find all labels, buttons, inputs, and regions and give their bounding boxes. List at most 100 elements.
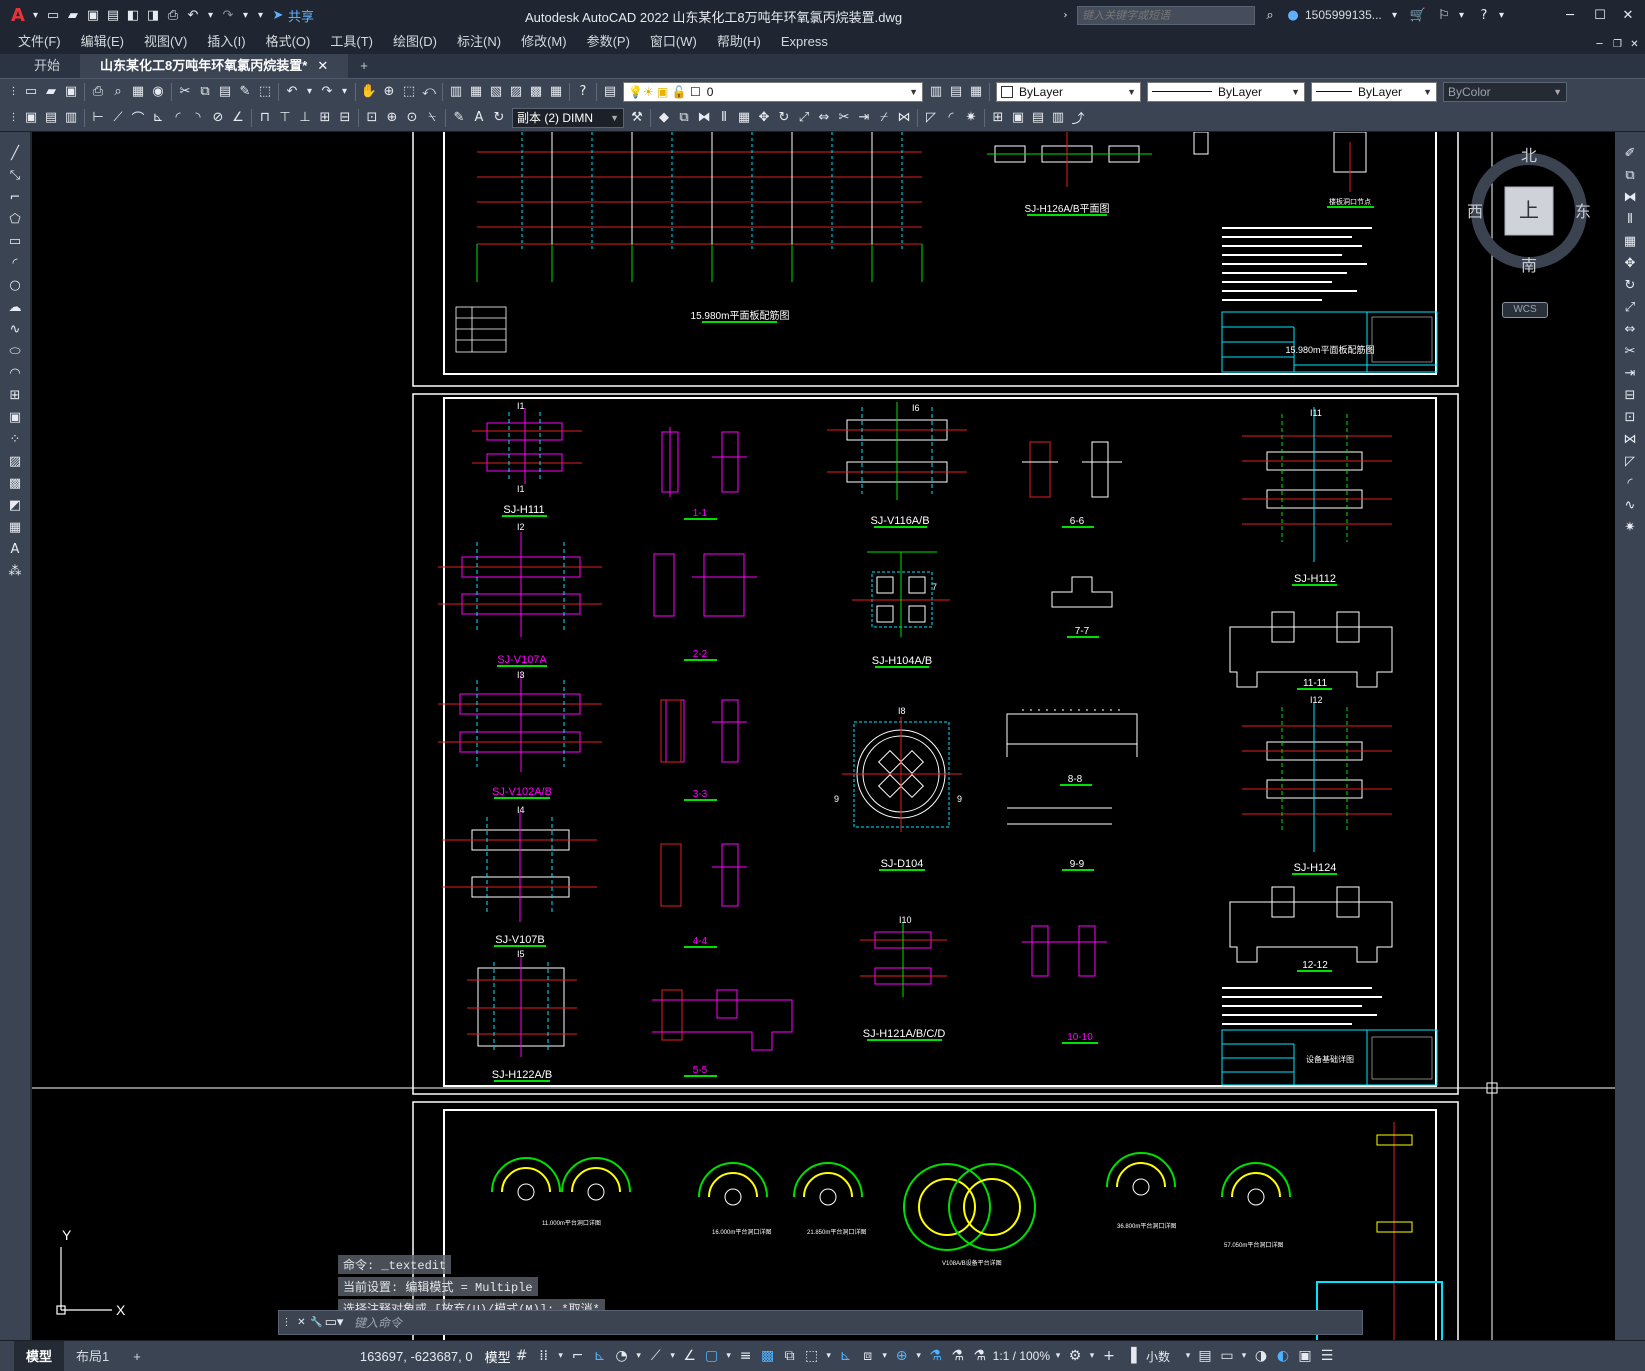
menu-insert[interactable]: 插入(I): [197, 30, 255, 54]
clean-screen-icon[interactable]: ▣: [1294, 1344, 1316, 1368]
tab-model[interactable]: 模型: [14, 1340, 65, 1371]
insert-block-icon[interactable]: ⊞: [5, 385, 25, 405]
mtext-icon[interactable]: A: [5, 539, 25, 559]
block-editor-icon[interactable]: ⬚: [255, 82, 275, 102]
design-center-icon[interactable]: ▦: [466, 82, 486, 102]
help-dropdown-icon[interactable]: ▾: [1494, 5, 1509, 25]
web-save-icon[interactable]: ◨: [143, 5, 163, 25]
explode-icon[interactable]: ✷: [961, 108, 981, 128]
3d-osnap-dropdown-icon[interactable]: ▾: [823, 1344, 835, 1368]
ordinate-dim-icon[interactable]: ⊾: [148, 108, 168, 128]
break-icon[interactable]: ⌿: [874, 108, 894, 128]
help-icon[interactable]: ?: [1474, 5, 1494, 25]
plotstyle-dropdown[interactable]: ByColor ▼: [1443, 81, 1567, 102]
search-expand-icon[interactable]: ›: [1058, 5, 1073, 25]
inspect-icon[interactable]: ⊙: [402, 108, 422, 128]
angular-dim-icon[interactable]: ∠: [228, 108, 248, 128]
search-icon[interactable]: ⌕: [1260, 5, 1280, 25]
blend-icon[interactable]: ∿: [1620, 495, 1640, 515]
share-button[interactable]: 共享: [288, 6, 314, 25]
open-icon[interactable]: ▰: [41, 82, 61, 102]
polyline-icon[interactable]: ⌐: [5, 187, 25, 207]
dimstyle-manager-icon[interactable]: ⚒: [627, 108, 647, 128]
copy-object-icon[interactable]: ⧉: [674, 108, 694, 128]
annotation-visibility-icon[interactable]: ⚗: [925, 1344, 947, 1368]
command-grip-icon[interactable]: ⋮: [279, 1313, 294, 1333]
erase-icon[interactable]: ✐: [1620, 143, 1640, 163]
revcloud-icon[interactable]: ☁: [5, 297, 25, 317]
app-logo-icon[interactable]: A: [8, 5, 28, 26]
menu-view[interactable]: 视图(V): [134, 30, 197, 54]
save-as-icon[interactable]: ▤: [103, 5, 123, 25]
units-icon[interactable]: ▐: [1120, 1344, 1142, 1368]
lock-ui-icon[interactable]: ▭: [1216, 1344, 1238, 1368]
isolate-objects-icon[interactable]: ◑: [1250, 1344, 1272, 1368]
linetype-dropdown[interactable]: ByLayer ▼: [1147, 81, 1305, 102]
tab-close-icon[interactable]: ✕: [317, 58, 328, 73]
offset-icon[interactable]: ⫴: [1620, 209, 1640, 229]
scale-icon[interactable]: ⤢: [1620, 297, 1640, 317]
user-icon[interactable]: ●: [1283, 5, 1303, 25]
osnap-icon[interactable]: ▢: [701, 1344, 723, 1368]
tolerance-icon[interactable]: ⊡: [362, 108, 382, 128]
new-icon[interactable]: ▭: [43, 5, 63, 25]
gradient-icon[interactable]: ▩: [5, 473, 25, 493]
command-line[interactable]: ⋮ ✕ 🔧 ▭▾ 键入命令: [278, 1310, 1363, 1335]
menu-file[interactable]: 文件(F): [8, 30, 71, 54]
offset-icon[interactable]: ⫴: [714, 108, 734, 128]
tool-palettes-icon[interactable]: ▧: [486, 82, 506, 102]
customize-qat-icon[interactable]: ▾: [253, 5, 268, 25]
dimstyle-dropdown[interactable]: 副本 (2) DIMN ▼: [512, 107, 624, 128]
baseline-dim-icon[interactable]: ⊤: [275, 108, 295, 128]
xref-icon[interactable]: ⤴: [1068, 108, 1088, 128]
gizmo-icon[interactable]: ⊕: [891, 1344, 913, 1368]
menu-window[interactable]: 窗口(W): [640, 30, 707, 54]
scale-icon[interactable]: ⤢: [794, 108, 814, 128]
rotate-icon[interactable]: ↻: [1620, 275, 1640, 295]
undo-icon[interactable]: ↶: [183, 5, 203, 25]
autodesk-account-icon[interactable]: ⚐: [1434, 5, 1454, 25]
lineweight-icon[interactable]: ≡: [735, 1344, 757, 1368]
radius-dim-icon[interactable]: ◜: [168, 108, 188, 128]
trim-icon[interactable]: ✂: [834, 108, 854, 128]
polygon-icon[interactable]: ⬠: [5, 209, 25, 229]
annotation-monitor-icon[interactable]: +: [1098, 1344, 1120, 1368]
spline-icon[interactable]: ∿: [5, 319, 25, 339]
menu-draw[interactable]: 绘图(D): [383, 30, 447, 54]
ortho-icon[interactable]: ⊾: [589, 1344, 611, 1368]
add-selected-icon[interactable]: ⁂: [5, 561, 25, 581]
explode-icon[interactable]: ✷: [1620, 517, 1640, 537]
mirror-icon[interactable]: ⧓: [694, 108, 714, 128]
move-icon[interactable]: ✥: [1620, 253, 1640, 273]
quick-properties-icon[interactable]: ▤: [1194, 1344, 1216, 1368]
open-icon[interactable]: ▰: [63, 5, 83, 25]
quick-dim-icon[interactable]: ⊓: [255, 108, 275, 128]
copy-icon[interactable]: ⧉: [195, 82, 215, 102]
sheet-set-icon[interactable]: ▨: [506, 82, 526, 102]
redo-icon[interactable]: ↷: [218, 5, 238, 25]
web-open-icon[interactable]: ◧: [123, 5, 143, 25]
break-point-icon[interactable]: ⊟: [1620, 385, 1640, 405]
point-icon[interactable]: ⁘: [5, 429, 25, 449]
tab-document[interactable]: 山东某化工8万吨年环氧氯丙烷装置* ✕: [80, 54, 349, 78]
hardware-acceleration-icon[interactable]: ◐: [1272, 1344, 1294, 1368]
tab-start[interactable]: 开始: [14, 54, 80, 78]
snap-icon[interactable]: ⁞⁞: [533, 1344, 555, 1368]
units-value[interactable]: 小数: [1146, 1348, 1170, 1365]
join-icon[interactable]: ⋈: [894, 108, 914, 128]
scale-dropdown-icon[interactable]: ▾: [1052, 1344, 1064, 1368]
hatch-icon[interactable]: ▨: [5, 451, 25, 471]
cut-icon[interactable]: ✂: [175, 82, 195, 102]
command-close-icon[interactable]: ✕: [294, 1313, 309, 1333]
ellipse-icon[interactable]: ⬭: [5, 341, 25, 361]
polar-icon[interactable]: ◔: [611, 1344, 633, 1368]
doc-close-icon[interactable]: ✕: [1627, 34, 1642, 54]
coordinates[interactable]: 163697, -623687, 0: [360, 1349, 473, 1364]
menu-format[interactable]: 格式(O): [256, 30, 321, 54]
calculator-icon[interactable]: ▦: [546, 82, 566, 102]
circle-icon[interactable]: ○: [5, 275, 25, 295]
tool-b-icon[interactable]: ▤: [41, 108, 61, 128]
dim-space-icon[interactable]: ⊞: [315, 108, 335, 128]
continue-dim-icon[interactable]: ⊥: [295, 108, 315, 128]
array-icon[interactable]: ▦: [1620, 231, 1640, 251]
